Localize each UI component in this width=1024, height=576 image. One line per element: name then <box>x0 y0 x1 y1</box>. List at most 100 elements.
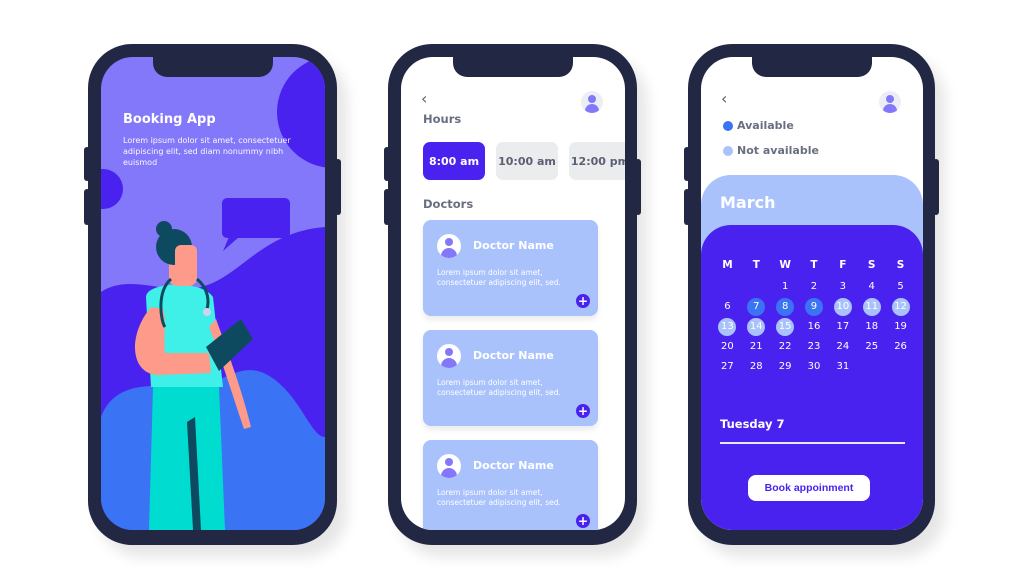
legend-label: Not available <box>737 144 819 157</box>
calendar-day-available[interactable]: 8 <box>771 297 800 316</box>
day-number: 28 <box>749 361 763 372</box>
phone-notch <box>453 57 573 77</box>
calendar-day[interactable]: 5 <box>886 278 915 295</box>
calendar-day[interactable]: 4 <box>857 278 886 295</box>
doctor-avatar-icon <box>437 234 461 258</box>
calendar-day[interactable]: 1 <box>771 278 800 295</box>
doctor-card[interactable]: Doctor Name Lorem ipsum dolor sit amet, … <box>423 440 598 530</box>
calendar-day[interactable]: 22 <box>771 338 800 355</box>
calendar-day[interactable]: 23 <box>800 338 829 355</box>
calendar-day-unavailable[interactable]: 13 <box>713 317 742 336</box>
calendar-day-available[interactable]: 7 <box>742 297 771 316</box>
day-number: 1 <box>781 281 789 292</box>
calendar-day[interactable]: 27 <box>713 358 742 375</box>
calendar-day-unavailable[interactable]: 11 <box>857 297 886 316</box>
weekday-label: W <box>779 259 791 271</box>
divider <box>720 442 905 444</box>
phone-notch <box>153 57 273 77</box>
calendar-day[interactable]: 21 <box>742 338 771 355</box>
doctor-description: Lorem ipsum dolor sit amet, consectetuer… <box>437 268 561 287</box>
day-number: 23 <box>807 341 821 352</box>
back-chevron-icon[interactable]: ‹ <box>421 89 427 108</box>
calendar-day[interactable]: 3 <box>828 278 857 295</box>
intro-screen: Booking App Lorem ipsum dolor sit amet, … <box>101 57 325 530</box>
phone-side-button <box>84 189 90 225</box>
phone-side-button <box>84 147 90 181</box>
doctor-avatar-icon <box>437 344 461 368</box>
weekday-label: F <box>839 259 847 271</box>
phone-doctor-list: ‹ Hours 8:00 am 10:00 am 12:00 pm Doctor… <box>384 44 641 545</box>
available-dot-icon <box>723 120 733 131</box>
add-plus-icon[interactable]: + <box>576 514 590 528</box>
hour-option[interactable]: 12:00 pm <box>569 142 625 180</box>
doctor-card[interactable]: Doctor Name Lorem ipsum dolor sit amet, … <box>423 220 598 316</box>
day-number: 20 <box>721 341 734 352</box>
day-number: 14 <box>747 317 766 336</box>
calendar-day-unavailable[interactable]: 14 <box>742 317 771 336</box>
calendar-day[interactable]: 25 <box>857 338 886 355</box>
doctor-name: Doctor Name <box>473 239 554 252</box>
weekday-label: T <box>752 259 760 271</box>
calendar-day[interactable]: 2 <box>800 278 829 295</box>
calendar-day[interactable]: 16 <box>800 318 829 335</box>
book-appointment-button[interactable]: Book appoinment <box>748 475 870 501</box>
calendar-day[interactable]: 24 <box>828 338 857 355</box>
app-description: Lorem ipsum dolor sit amet, consectetuer… <box>123 136 291 167</box>
calendar-day[interactable]: 17 <box>828 318 857 335</box>
add-plus-icon[interactable]: + <box>576 404 590 418</box>
calendar-day[interactable]: 29 <box>771 358 800 375</box>
phone-notch <box>752 57 872 77</box>
intro-illustration <box>101 57 325 530</box>
day-number: 5 <box>897 281 904 292</box>
day-number: 25 <box>865 341 879 352</box>
day-number: 19 <box>894 321 907 332</box>
calendar-day[interactable]: 6 <box>713 298 742 315</box>
user-avatar-icon[interactable] <box>879 91 901 113</box>
phone-side-button <box>684 189 690 225</box>
weekday-label: S <box>896 259 905 271</box>
calendar-day[interactable]: 28 <box>742 358 771 375</box>
doctor-card[interactable]: Doctor Name Lorem ipsum dolor sit amet, … <box>423 330 598 426</box>
back-chevron-icon[interactable]: ‹ <box>721 89 727 108</box>
calendar-panel: M T W T F S S 1 2 3 4 5 6 7 8 9 10 11 12 13 14 15 16 17 18 19 20 21… <box>701 225 923 530</box>
calendar-day-unavailable[interactable]: 10 <box>828 297 857 316</box>
calendar-day-unavailable[interactable]: 12 <box>886 297 915 316</box>
calendar-day-available[interactable]: 9 <box>800 297 829 316</box>
doctor-avatar-icon <box>437 454 461 478</box>
hour-option[interactable]: 10:00 am <box>496 142 558 180</box>
day-number: 4 <box>868 281 875 292</box>
day-number: 29 <box>778 361 792 372</box>
app-title: Booking App <box>123 112 216 127</box>
day-number: 16 <box>807 321 821 332</box>
calendar-day[interactable]: 31 <box>828 358 857 375</box>
decor-circle <box>101 169 123 209</box>
phone-side-button <box>384 147 390 181</box>
user-avatar-icon[interactable] <box>581 91 603 113</box>
hours-selector: 8:00 am 10:00 am 12:00 pm <box>423 142 625 180</box>
calendar-day[interactable]: 30 <box>800 358 829 375</box>
not-available-dot-icon <box>723 145 733 156</box>
selected-date: Tuesday 7 <box>720 417 785 431</box>
add-plus-icon[interactable]: + <box>576 294 590 308</box>
calendar-day[interactable]: 18 <box>857 318 886 335</box>
day-number: 17 <box>836 321 850 332</box>
day-number: 31 <box>836 361 850 372</box>
doctors-heading: Doctors <box>423 197 474 211</box>
day-number: 27 <box>721 361 734 372</box>
legend-label: Available <box>737 119 794 132</box>
month-title: March <box>720 193 776 212</box>
doctor-list-screen: ‹ Hours 8:00 am 10:00 am 12:00 pm Doctor… <box>401 57 625 530</box>
calendar-grid: M T W T F S S 1 2 3 4 5 6 7 8 9 10 11 12 13 14 15 16 17 18 19 20 21… <box>713 255 915 375</box>
day-number: 12 <box>891 297 910 316</box>
hour-option-selected[interactable]: 8:00 am <box>423 142 485 180</box>
day-number: 15 <box>776 317 795 336</box>
calendar-day[interactable]: 26 <box>886 338 915 355</box>
calendar-day[interactable]: 19 <box>886 318 915 335</box>
calendar-day[interactable]: 20 <box>713 338 742 355</box>
weekday-label: M <box>722 259 733 271</box>
empty-day <box>713 278 742 295</box>
month-panel: March M T W T F S S 1 2 3 4 5 6 7 8 9 10 11 12 13 14 15 16 17 18… <box>701 175 923 530</box>
phone-power-button <box>635 159 641 215</box>
day-number: 8 <box>776 297 795 316</box>
calendar-day-unavailable[interactable]: 15 <box>771 317 800 336</box>
